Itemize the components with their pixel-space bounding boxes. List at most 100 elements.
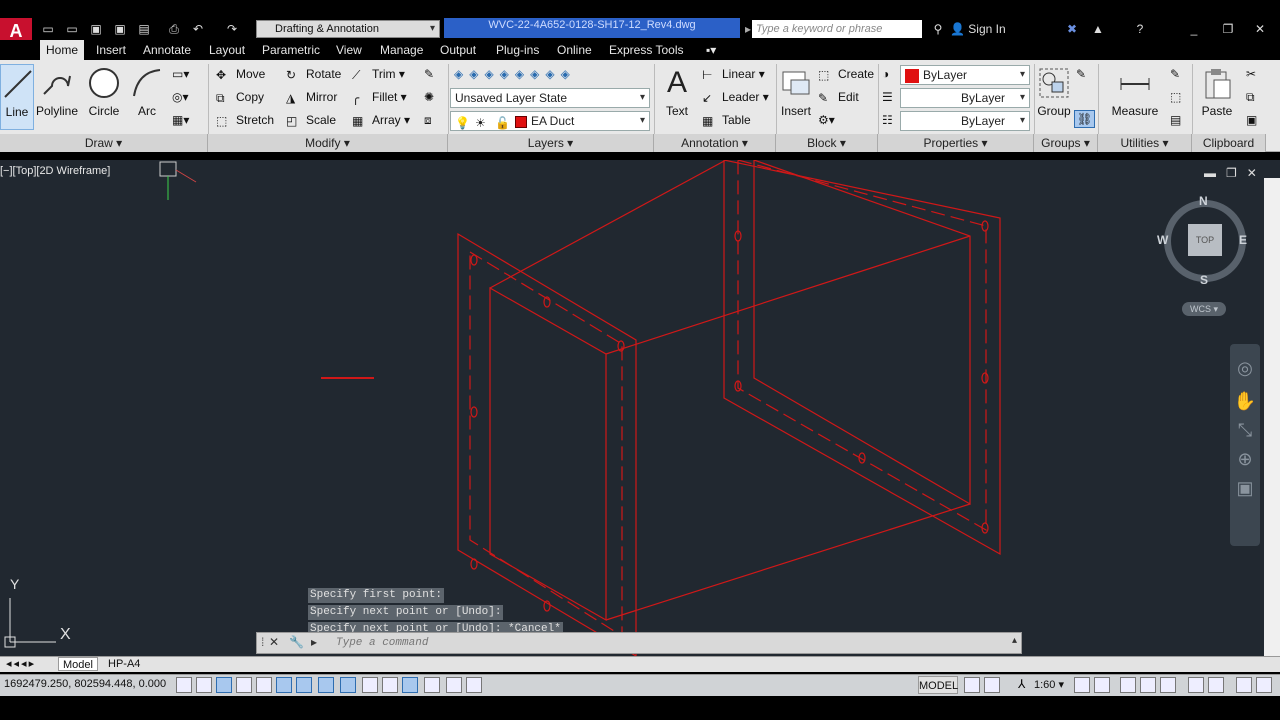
tab-insert[interactable]: Insert <box>90 40 132 60</box>
object-snap-icon[interactable] <box>276 677 292 693</box>
tab-layout[interactable]: Layout <box>203 40 251 60</box>
compass-east[interactable]: E <box>1239 233 1247 247</box>
explode-icon[interactable]: ✺ <box>424 89 434 105</box>
quick-properties-icon[interactable] <box>424 677 440 693</box>
dynamic-ucs-icon[interactable] <box>340 677 356 693</box>
lightbulb-status-icon[interactable] <box>1208 677 1224 693</box>
help-search-input[interactable]: Type a keyword or phrase <box>752 20 922 38</box>
tab-express-tools[interactable]: Express Tools <box>603 40 689 60</box>
group-button[interactable]: Group <box>1036 64 1072 130</box>
command-history-toggle-icon[interactable]: ▴ <box>1012 635 1017 646</box>
fillet-button[interactable]: ╭ Fillet ▾ <box>352 89 407 106</box>
lineweight-dropdown[interactable]: ByLayer <box>900 111 1030 131</box>
steering-wheel-icon[interactable]: ◎ <box>1230 358 1260 379</box>
pan-icon[interactable]: ✋ <box>1230 391 1260 412</box>
close-icon[interactable]: ✕ <box>1252 22 1268 36</box>
layout-nav-arrows-icon[interactable]: ◂◂◂▸ <box>2 657 40 671</box>
linetype-icon[interactable]: ☰ <box>882 89 893 105</box>
snap-mode-icon[interactable] <box>196 677 212 693</box>
array-button[interactable]: ▦ Array ▾ <box>352 112 410 129</box>
lineweight-icon[interactable]: ☷ <box>882 112 893 128</box>
linear-dimension-button[interactable]: ⊢ Linear ▾ <box>702 66 765 83</box>
annotation-monitor-icon[interactable] <box>466 677 482 693</box>
save-as-icon[interactable]: ▣ <box>112 22 128 36</box>
text-button[interactable]: A Text <box>660 64 694 130</box>
sign-in-button[interactable]: 👤 Sign In <box>950 20 1006 38</box>
3d-object-snap-icon[interactable] <box>296 677 312 693</box>
command-prompt-icon[interactable]: ▸ <box>311 635 317 649</box>
command-close-icon[interactable]: ✕ <box>269 635 279 649</box>
panel-utilities[interactable]: Utilities ▾ <box>1098 134 1192 152</box>
dynamic-input-icon[interactable] <box>362 677 378 693</box>
quick-select-icon[interactable]: ✎ <box>1170 66 1180 82</box>
attribute-icon[interactable]: ⚙▾ <box>818 112 835 128</box>
trim-button[interactable]: ⟋ Trim ▾ <box>352 66 405 83</box>
mirror-button[interactable]: ◮ Mirror <box>286 89 337 106</box>
viewport-restore-icon[interactable]: ❐ <box>1226 166 1237 180</box>
orbit-icon[interactable]: ⊕ <box>1230 449 1260 470</box>
layer-dropdown[interactable]: 💡 ☀ 🔓 EA Duct <box>450 111 650 131</box>
viewport-close-icon[interactable]: ✕ <box>1247 166 1257 180</box>
viewport-minimize-icon[interactable]: ▬ <box>1204 166 1216 180</box>
tab-online[interactable]: Online <box>551 40 598 60</box>
lineweight-toggle-icon[interactable] <box>382 677 398 693</box>
select-all-icon[interactable]: ⬚ <box>1170 89 1181 105</box>
selection-cycling-icon[interactable] <box>446 677 462 693</box>
tab-view[interactable]: View <box>330 40 368 60</box>
exchange-icon[interactable]: ✖ <box>1064 22 1080 36</box>
binoculars-icon[interactable]: ⚲ <box>930 22 946 36</box>
open-file-icon[interactable]: ▭ <box>64 22 80 36</box>
save-icon[interactable]: ▣ <box>88 22 104 36</box>
rectangle-icon[interactable]: ▭▾ <box>172 66 189 82</box>
minimize-icon[interactable]: _ <box>1186 22 1202 36</box>
tab-hp-a4[interactable]: HP-A4 <box>104 657 144 671</box>
copy-clip-icon[interactable]: ⧉ <box>1246 89 1255 105</box>
grid-display-icon[interactable] <box>216 677 232 693</box>
annotation-scale-icon[interactable]: ⅄ <box>1018 677 1025 691</box>
status-menu-icon[interactable] <box>1236 677 1252 693</box>
erase-icon[interactable]: ✎ <box>424 66 434 82</box>
command-customize-icon[interactable]: 🔧 <box>289 635 304 649</box>
object-snap-tracking-icon[interactable] <box>318 677 334 693</box>
vertical-scrollbar[interactable] <box>1264 178 1280 656</box>
autodesk-360-icon[interactable]: ▲ <box>1090 22 1106 36</box>
help-icon[interactable]: ? <box>1132 22 1148 36</box>
copy-button[interactable]: ⧉ Copy <box>216 89 264 106</box>
panel-groups[interactable]: Groups ▾ <box>1034 134 1098 152</box>
zoom-icon[interactable]: ⤡ <box>1230 420 1260 441</box>
calculator-icon[interactable]: ▤ <box>1170 112 1181 128</box>
workspace-dropdown[interactable]: Drafting & Annotation <box>256 20 440 38</box>
match-icon[interactable]: ▣ <box>1246 112 1257 128</box>
color-dropdown[interactable]: ByLayer <box>900 65 1030 85</box>
panel-clipboard[interactable]: Clipboard <box>1192 134 1266 152</box>
showmotion-icon[interactable]: ▣ <box>1230 478 1260 499</box>
quick-view-layouts-icon[interactable] <box>964 677 980 693</box>
scale-button[interactable]: ◰ Scale <box>286 112 336 129</box>
compass-west[interactable]: W <box>1157 233 1168 247</box>
auto-scale-icon[interactable] <box>1094 677 1110 693</box>
restore-icon[interactable]: ❐ <box>1220 22 1236 36</box>
tab-parametric[interactable]: Parametric <box>256 40 326 60</box>
panel-modify[interactable]: Modify ▾ <box>208 134 448 152</box>
undo-icon[interactable]: ↶ <box>190 22 206 36</box>
panel-annotation[interactable]: Annotation ▾ <box>654 134 776 152</box>
compass-north[interactable]: N <box>1199 194 1208 208</box>
panel-properties[interactable]: Properties ▾ <box>878 134 1034 152</box>
new-file-icon[interactable]: ▭ <box>40 22 56 36</box>
polar-tracking-icon[interactable] <box>256 677 272 693</box>
hatch-icon[interactable]: ◎▾ <box>172 89 189 105</box>
edit-block-button[interactable]: ✎ Edit <box>818 89 859 106</box>
plot-preview-icon[interactable]: ▤ <box>136 22 152 36</box>
drawing-canvas[interactable] <box>0 159 1280 658</box>
model-space-button[interactable]: MODEL <box>918 676 958 694</box>
lock-ui-icon[interactable] <box>1140 677 1156 693</box>
infer-constraints-icon[interactable] <box>176 677 192 693</box>
group-selection-icon[interactable]: ⛓ <box>1074 110 1096 128</box>
cut-icon[interactable]: ✂ <box>1246 66 1256 82</box>
insert-block-button[interactable]: Insert <box>778 64 814 130</box>
coordinates-display[interactable]: 1692479.250, 802594.448, 0.000 <box>4 678 166 690</box>
table-button[interactable]: ▦ Table <box>702 112 751 129</box>
clean-screen-icon[interactable] <box>1256 677 1272 693</box>
match-properties-icon[interactable]: ◑ <box>882 66 889 82</box>
ungroup-icon[interactable]: ✎ <box>1076 66 1086 82</box>
